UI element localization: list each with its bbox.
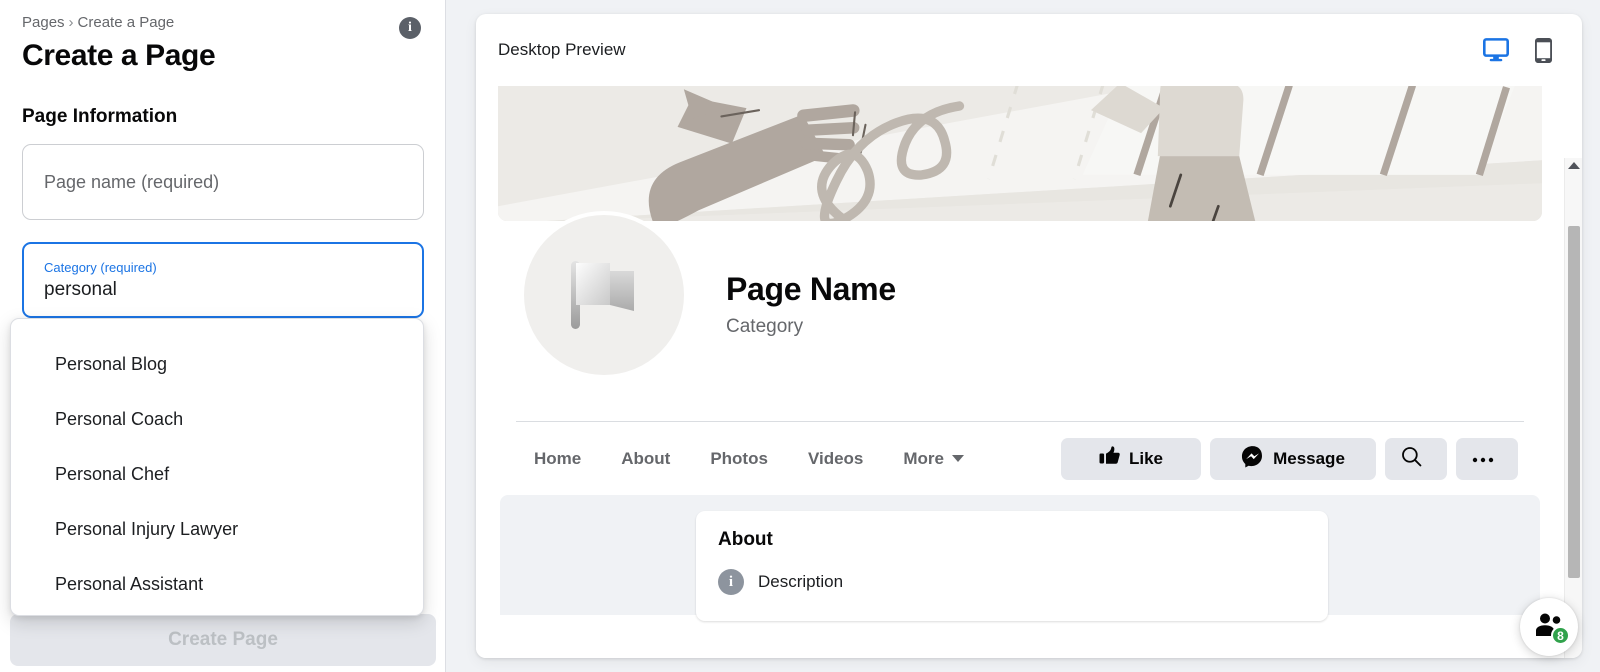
category-suggestions-dropdown[interactable]: Personal Blog Personal Coach Personal Ch… xyxy=(10,318,424,616)
preview-page-category: Category xyxy=(726,316,804,337)
search-icon xyxy=(1401,446,1422,472)
preview-scroll-area: Page Name Category Home About Photos Vid… xyxy=(476,86,1582,658)
nav-tab-videos[interactable]: Videos xyxy=(790,439,881,479)
desktop-view-icon[interactable] xyxy=(1483,38,1509,62)
preview-page-name: Page Name xyxy=(726,271,896,307)
info-icon[interactable]: i xyxy=(399,17,421,39)
breadcrumb-separator: › xyxy=(68,14,74,31)
scrollbar-thumb[interactable] xyxy=(1568,226,1580,578)
like-button[interactable]: Like xyxy=(1061,437,1201,480)
section-title-page-information: Page Information xyxy=(22,106,178,127)
about-card: About i Description xyxy=(696,511,1328,621)
info-icon: i xyxy=(718,569,744,595)
preview-card: Desktop Preview Page Name Category Home … xyxy=(476,14,1582,658)
nav-tab-more[interactable]: More xyxy=(885,439,982,479)
category-field[interactable]: Category (required) personal xyxy=(22,242,424,318)
cover-photo[interactable] xyxy=(498,86,1542,221)
dropdown-option[interactable]: Personal Injury Lawyer xyxy=(11,502,423,557)
flag-icon xyxy=(571,261,634,329)
facebook-page-preview: Page Name Category Home About Photos Vid… xyxy=(476,86,1564,658)
preview-device-toggles xyxy=(1483,37,1560,63)
page-name-field[interactable]: Page name (required) xyxy=(22,144,424,220)
page-title: Create a Page xyxy=(22,39,216,72)
avatar[interactable] xyxy=(520,211,688,379)
nav-tab-about[interactable]: About xyxy=(603,439,688,479)
more-options-button[interactable] xyxy=(1456,437,1518,480)
nav-tab-photos[interactable]: Photos xyxy=(692,439,786,479)
thumbs-up-icon xyxy=(1099,446,1120,471)
ellipsis-icon xyxy=(1472,449,1494,469)
search-button[interactable] xyxy=(1385,437,1447,480)
contacts-badge: 8 xyxy=(1551,626,1570,645)
contacts-button[interactable]: 8 xyxy=(1520,598,1578,656)
dropdown-option[interactable]: Personal Chef xyxy=(11,447,423,502)
about-description-row: i Description xyxy=(718,569,1306,595)
about-description-label: Description xyxy=(758,572,844,591)
category-field-value: personal xyxy=(44,278,117,300)
like-button-label: Like xyxy=(1128,448,1164,468)
mobile-view-icon[interactable] xyxy=(1535,37,1552,63)
message-button-label: Message xyxy=(1273,448,1345,468)
breadcrumb-current: Create a Page xyxy=(77,14,175,31)
preview-header: Desktop Preview xyxy=(476,14,1582,86)
page-action-buttons: Like Message xyxy=(1061,437,1524,480)
preview-header-title: Desktop Preview xyxy=(498,40,626,59)
dropdown-option[interactable]: Personal Assistant xyxy=(11,557,423,612)
create-page-screen: Pages › Create a Page Create a Page i Page… xyxy=(0,0,1600,672)
nav-tab-label: Home xyxy=(534,448,582,468)
nav-tab-label: Videos xyxy=(807,448,864,468)
page-nav-tabs: Home About Photos Videos More xyxy=(516,439,982,479)
breadcrumb: Pages › Create a Page xyxy=(22,10,424,33)
page-feed-area: About i Description xyxy=(500,495,1540,621)
nav-tab-home[interactable]: Home xyxy=(516,439,599,479)
create-page-button[interactable]: Create Page xyxy=(10,614,436,666)
page-identity: Page Name Category xyxy=(498,211,1542,421)
page-name-placeholder: Page name (required) xyxy=(44,171,220,192)
nav-tab-label: About xyxy=(621,448,671,468)
nav-tab-label: More xyxy=(903,448,944,468)
preview-panel: Desktop Preview Page Name Category Home … xyxy=(446,0,1600,672)
dropdown-option[interactable]: Personal Coach xyxy=(11,392,423,447)
preview-scrollbar[interactable] xyxy=(1564,158,1582,658)
chevron-down-icon xyxy=(952,455,964,462)
page-navbar: Home About Photos Videos More Like Messa… xyxy=(516,421,1524,495)
about-card-title: About xyxy=(718,529,773,550)
nav-tab-label: Photos xyxy=(710,448,768,468)
dropdown-option[interactable]: Personal Blog xyxy=(11,337,423,392)
breadcrumb-root[interactable]: Pages xyxy=(22,14,65,31)
page-name-block: Page Name Category xyxy=(726,271,896,338)
message-button[interactable]: Message xyxy=(1210,437,1376,480)
category-field-label: Category (required) xyxy=(44,259,157,275)
scroll-up-arrow-icon[interactable] xyxy=(1565,162,1582,169)
messenger-icon xyxy=(1241,445,1264,473)
create-page-form-panel: Pages › Create a Page Create a Page i Page… xyxy=(0,0,446,672)
